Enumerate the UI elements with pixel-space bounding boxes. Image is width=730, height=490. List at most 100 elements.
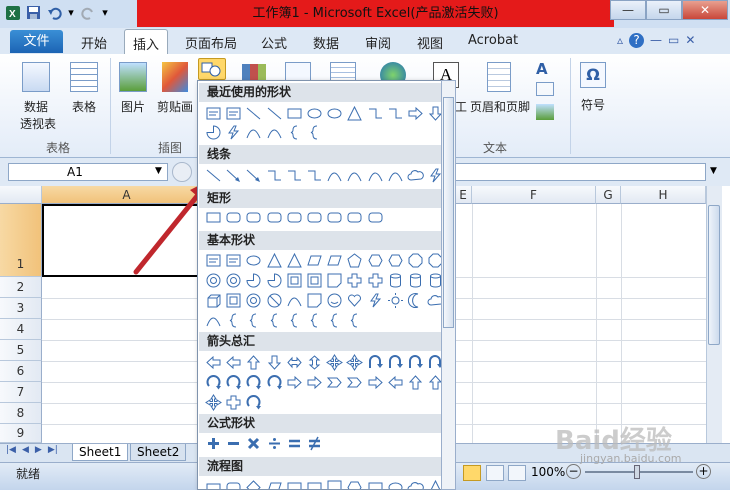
excel-logo-icon[interactable]: X xyxy=(4,4,21,21)
table-button-label[interactable]: 表格 xyxy=(66,98,102,115)
recent-shape-text-icon[interactable] xyxy=(224,104,243,123)
tab-acrobat[interactable]: Acrobat xyxy=(468,33,518,48)
recent-shape-line-icon[interactable] xyxy=(265,104,284,123)
row-header-6[interactable]: 6 xyxy=(0,361,42,382)
basic-shape-frame-icon[interactable] xyxy=(305,271,324,290)
recent-shape-arrowR-icon[interactable] xyxy=(406,104,425,123)
pivottable-label-2[interactable]: 透视表 xyxy=(12,115,64,132)
line-shape-arrowline-icon[interactable] xyxy=(224,166,243,185)
basic-shape-curve-icon[interactable] xyxy=(285,291,304,310)
arrow-shape-circarrow-icon[interactable] xyxy=(224,373,243,392)
arrow-shape-quad-icon[interactable] xyxy=(325,353,344,372)
row-header-4[interactable]: 4 xyxy=(0,319,42,340)
recent-shape-curve-icon[interactable] xyxy=(265,123,284,142)
basic-shape-fold-icon[interactable] xyxy=(305,291,324,310)
rectangle-shape-rrect-icon[interactable] xyxy=(305,208,324,227)
recent-shape-line-icon[interactable] xyxy=(244,104,263,123)
basic-shape-text-icon[interactable] xyxy=(224,251,243,270)
basic-shape-pent-icon[interactable] xyxy=(345,251,364,270)
save-icon[interactable] xyxy=(25,4,42,21)
tab-review[interactable]: 审阅 xyxy=(365,33,391,52)
basic-shape-pie-icon[interactable] xyxy=(265,271,284,290)
flowchart-shape-diamond-icon[interactable] xyxy=(244,478,263,489)
basic-shape-moon-icon[interactable] xyxy=(406,291,425,310)
row-header-9[interactable]: 9 xyxy=(0,424,42,443)
arrow-shape-circarrow-icon[interactable] xyxy=(204,373,223,392)
column-header-g[interactable]: G xyxy=(596,186,621,204)
symbol-icon[interactable]: Ω xyxy=(580,62,606,88)
tab-page-layout[interactable]: 页面布局 xyxy=(185,33,237,52)
recent-shape-pie-icon[interactable] xyxy=(204,123,223,142)
basic-shape-brace-icon[interactable] xyxy=(285,311,304,330)
basic-shape-hex-icon[interactable] xyxy=(366,251,385,270)
picture-icon[interactable] xyxy=(119,62,147,92)
flowchart-shape-rect-icon[interactable] xyxy=(285,478,304,489)
collapse-ribbon-icon[interactable]: ▵ xyxy=(617,33,623,48)
basic-shape-heart-icon[interactable] xyxy=(345,291,364,310)
rectangle-shape-rrect-icon[interactable] xyxy=(224,208,243,227)
restore-workbook-icon[interactable]: ▭ xyxy=(668,33,679,48)
zoom-level[interactable]: 100% xyxy=(531,465,565,479)
line-shape-curve-icon[interactable] xyxy=(345,166,364,185)
basic-shape-frame-icon[interactable] xyxy=(285,271,304,290)
close-workbook-icon[interactable]: ✕ xyxy=(685,33,695,48)
tab-view[interactable]: 视图 xyxy=(417,33,443,52)
basic-shape-hex-icon[interactable] xyxy=(386,251,405,270)
tab-insert[interactable]: 插入 xyxy=(124,29,169,55)
arrow-shape-arrowR-icon[interactable] xyxy=(305,373,324,392)
arrow-shape-arrowU-icon[interactable] xyxy=(406,373,425,392)
column-header-e[interactable]: E xyxy=(455,186,472,204)
pivottable-label-1[interactable]: 数据 xyxy=(12,98,60,115)
arrow-shape-uturn-icon[interactable] xyxy=(406,353,425,372)
undo-icon[interactable] xyxy=(46,4,63,21)
basic-shape-curve-icon[interactable] xyxy=(204,311,223,330)
signature-line-icon[interactable] xyxy=(536,82,554,96)
basic-shape-smile-icon[interactable] xyxy=(325,291,344,310)
recent-shape-elbow-icon[interactable] xyxy=(386,104,405,123)
help-icon[interactable]: ? xyxy=(629,33,645,48)
arrow-shape-chevron-icon[interactable] xyxy=(345,373,364,392)
pivottable-icon[interactable] xyxy=(22,62,50,92)
flowchart-shape-rect-icon[interactable] xyxy=(366,478,385,489)
zoom-slider-thumb[interactable] xyxy=(634,465,640,479)
basic-shape-donut-icon[interactable] xyxy=(204,271,223,290)
basic-shape-para-icon[interactable] xyxy=(325,251,344,270)
arrow-shape-circarrow-icon[interactable] xyxy=(244,373,263,392)
basic-shape-sun-icon[interactable] xyxy=(386,291,405,310)
rectangle-shape-rrect-icon[interactable] xyxy=(366,208,385,227)
rectangle-shape-rrect-icon[interactable] xyxy=(244,208,263,227)
tab-file[interactable]: 文件 xyxy=(10,30,63,53)
clipart-icon[interactable] xyxy=(162,62,188,92)
table-icon[interactable] xyxy=(70,62,98,92)
recent-shape-oval-icon[interactable] xyxy=(325,104,344,123)
line-shape-curve-icon[interactable] xyxy=(386,166,405,185)
recent-shape-bolt-icon[interactable] xyxy=(224,123,243,142)
minimize-workbook-icon[interactable]: — xyxy=(650,33,662,48)
flowchart-shape-hex-icon[interactable] xyxy=(345,478,364,489)
line-shape-line-icon[interactable] xyxy=(204,166,223,185)
clipart-button-label[interactable]: 剪贴画 xyxy=(155,98,195,115)
basic-shape-tri-icon[interactable] xyxy=(265,251,284,270)
flowchart-shape-fold-icon[interactable] xyxy=(325,478,344,489)
vertical-scroll-thumb[interactable] xyxy=(708,205,720,345)
header-footer-label[interactable]: 页眉和页脚 xyxy=(469,98,531,115)
arrow-shape-arrowL-icon[interactable] xyxy=(204,353,223,372)
equation-shape-minus-icon[interactable] xyxy=(224,434,243,453)
column-header-f[interactable]: F xyxy=(472,186,596,204)
formula-input[interactable] xyxy=(450,163,706,181)
row-header-7[interactable]: 7 xyxy=(0,382,42,403)
recent-shape-elbow-icon[interactable] xyxy=(366,104,385,123)
basic-shape-oval-icon[interactable] xyxy=(244,251,263,270)
normal-view-icon[interactable] xyxy=(463,465,481,481)
close-button[interactable]: ✕ xyxy=(682,0,728,20)
flowchart-shape-cloud-icon[interactable] xyxy=(406,478,425,489)
arrow-shape-arrowR-icon[interactable] xyxy=(366,373,385,392)
flowchart-shape-rrect-icon[interactable] xyxy=(224,478,243,489)
equation-shape-plus-icon[interactable] xyxy=(204,434,223,453)
zoom-out-button[interactable]: − xyxy=(566,464,581,479)
arrow-shape-uturn-icon[interactable] xyxy=(366,353,385,372)
undo-dropdown-icon[interactable]: ▾ xyxy=(67,4,75,21)
shapes-button[interactable] xyxy=(198,58,226,80)
basic-shape-oct-icon[interactable] xyxy=(406,251,425,270)
equation-shape-eq-icon[interactable] xyxy=(285,434,304,453)
